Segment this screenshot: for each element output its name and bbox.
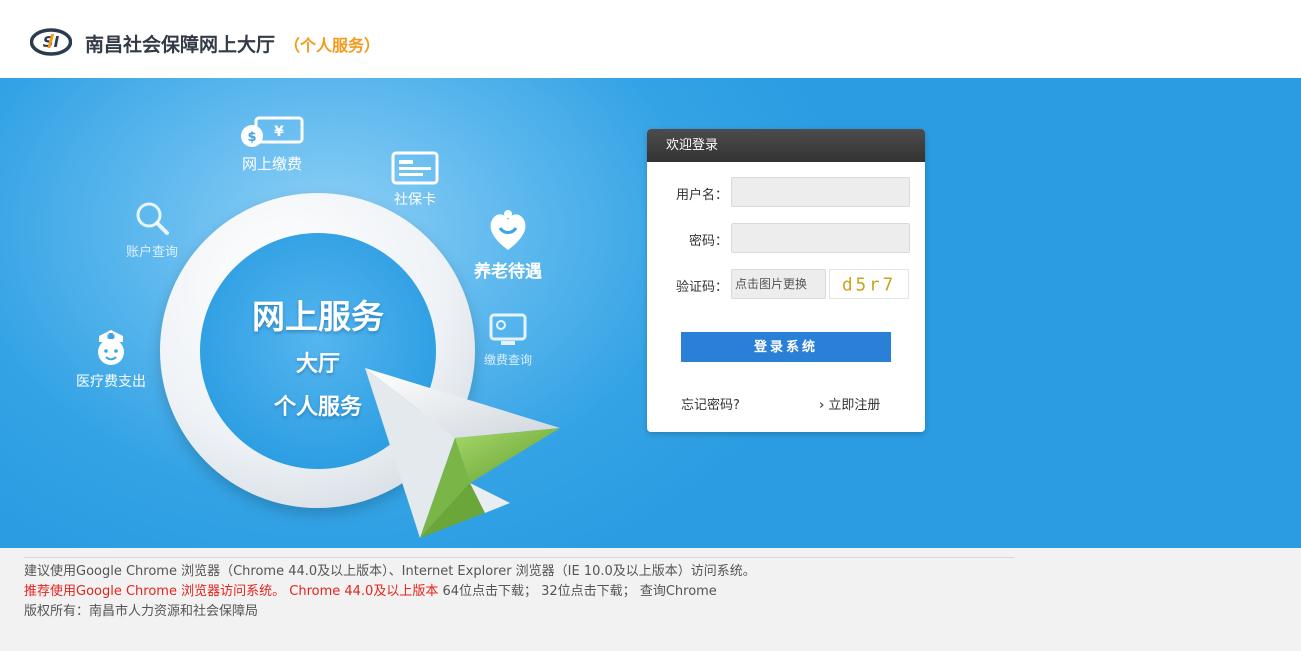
captcha-input[interactable] — [731, 269, 826, 299]
chrome-download-links[interactable]: 64位点击下载； 32位点击下载； 查询Chrome — [442, 584, 716, 599]
login-button[interactable]: 登录系统 — [681, 332, 891, 362]
feature-account-query[interactable]: 账户查询 — [126, 198, 178, 260]
heart-hand-icon — [490, 210, 526, 250]
username-row: 用户名： — [647, 177, 925, 207]
site-subtitle: （个人服务） — [284, 36, 381, 55]
feature-pension-label: 养老待遇 — [474, 262, 542, 282]
card-icon — [391, 151, 439, 185]
si-logo-icon: SI — [30, 28, 72, 56]
register-link[interactable]: › 立即注册 — [819, 394, 880, 413]
copyright: 版权所有：南昌市人力资源和社会保障局 — [24, 604, 259, 619]
feature-medical-label: 医疗费支出 — [76, 374, 146, 390]
captcha-label: 验证码： — [675, 280, 728, 295]
search-icon — [136, 202, 169, 235]
register-label: 立即注册 — [828, 398, 881, 413]
page-header: SI 南昌社会保障网上大厅 （个人服务） — [0, 0, 1301, 78]
chevron-right-icon: › — [819, 398, 825, 413]
browser-recommendation: 建议使用Google Chrome 浏览器（Chrome 44.0及以上版本）、… — [24, 564, 756, 579]
feature-online-payment-label: 网上缴费 — [241, 155, 302, 173]
password-row: 密码： — [647, 223, 925, 253]
browser-download-line: 推荐使用Google Chrome 浏览器访问系统。 Chrome 44.0及以… — [24, 580, 717, 599]
username-label: 用户名： — [675, 188, 728, 203]
feature-social-card[interactable]: 社保卡 — [390, 150, 440, 209]
feature-pension[interactable]: 养老待遇 — [474, 206, 542, 282]
chrome-version-text: Chrome 44.0及以上版本 — [289, 584, 439, 599]
page-footer: 建议使用Google Chrome 浏览器（Chrome 44.0及以上版本）、… — [0, 548, 1301, 651]
site-title: 南昌社会保障网上大厅 — [85, 34, 276, 56]
feature-online-payment[interactable]: ¥ $ 网上缴费 — [238, 114, 306, 174]
login-header: 欢迎登录 — [647, 129, 925, 162]
feature-medical[interactable]: 医疗费支出 — [76, 326, 146, 391]
feature-payment-query-label: 缴费查询 — [484, 353, 533, 367]
footer-divider — [24, 557, 1014, 558]
login-panel: 欢迎登录 用户名： 密码： 验证码： d5r7 登录系统 忘记密码? ›立即注册 — [647, 129, 925, 432]
feature-account-query-label: 账户查询 — [126, 245, 179, 260]
password-input[interactable] — [731, 223, 910, 253]
center-title: 网上服务 — [252, 297, 384, 336]
monitor-icon — [489, 313, 527, 345]
money-icon: ¥ $ — [241, 116, 304, 147]
forgot-password-link[interactable]: 忘记密码? — [681, 394, 740, 413]
captcha-image[interactable]: d5r7 — [829, 269, 909, 299]
password-label: 密码： — [688, 234, 728, 249]
chrome-recommend-text: 推荐使用Google Chrome 浏览器访问系统。 — [24, 584, 286, 599]
username-input[interactable] — [731, 177, 910, 207]
captcha-row: 验证码： d5r7 — [647, 269, 925, 299]
paper-plane-icon — [365, 368, 560, 538]
nurse-icon — [98, 330, 124, 365]
feature-social-card-label: 社保卡 — [394, 192, 436, 208]
feature-payment-query[interactable]: 缴费查询 — [484, 312, 532, 368]
svg-text:¥: ¥ — [274, 124, 284, 140]
captcha-text: d5r7 — [842, 276, 896, 296]
svg-text:$: $ — [247, 130, 256, 145]
